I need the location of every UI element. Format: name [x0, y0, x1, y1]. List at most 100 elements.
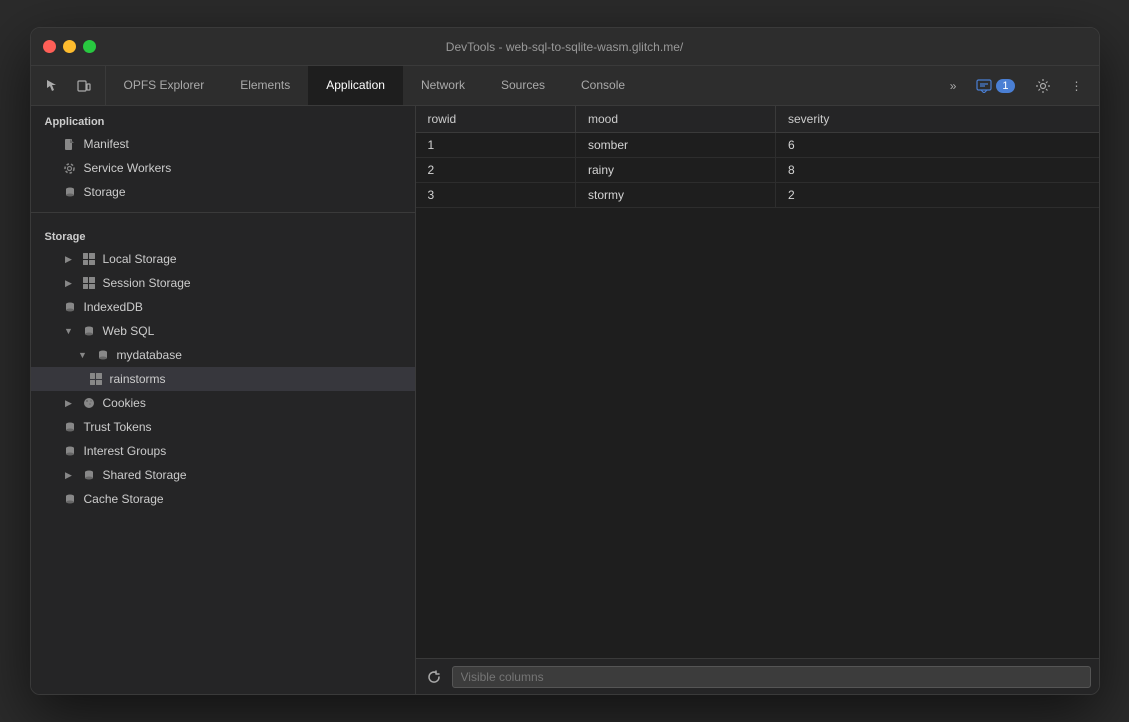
content-area: rowid mood severity 1somber62rainy83stor… — [416, 106, 1099, 694]
web-sql-label: Web SQL — [103, 324, 155, 338]
main-content: Application Manifest — [31, 106, 1099, 694]
maximize-button[interactable] — [83, 40, 96, 53]
sidebar-item-interest-groups[interactable]: Interest Groups — [31, 439, 415, 463]
cell-rowid: 2 — [416, 158, 576, 183]
sidebar-item-storage-app[interactable]: Storage — [31, 180, 415, 204]
sidebar-item-manifest[interactable]: Manifest — [31, 132, 415, 156]
session-storage-label: Session Storage — [103, 276, 191, 290]
grid-icon — [82, 276, 96, 290]
sidebar-item-cache-storage[interactable]: Cache Storage — [31, 487, 415, 511]
sidebar-item-mydatabase[interactable]: ▼ mydatabase — [31, 343, 415, 367]
cylinder-icon — [63, 492, 77, 506]
sidebar-item-cookies[interactable]: ▶ Cookies — [31, 391, 415, 415]
storage-app-label: Storage — [84, 185, 126, 199]
doc-icon — [63, 137, 77, 151]
cell-severity: 6 — [776, 133, 1099, 158]
cylinder-icon — [63, 420, 77, 434]
shared-storage-label: Shared Storage — [103, 468, 187, 482]
refresh-button[interactable] — [424, 667, 444, 687]
local-storage-label: Local Storage — [103, 252, 177, 266]
sidebar-item-session-storage[interactable]: ▶ Session Storage — [31, 271, 415, 295]
sidebar-item-service-workers[interactable]: Service Workers — [31, 156, 415, 180]
col-header-severity[interactable]: severity — [776, 106, 1099, 133]
devtools-window: DevTools - web-sql-to-sqlite-wasm.glitch… — [30, 27, 1100, 695]
cylinder-icon — [96, 348, 110, 362]
cell-mood: somber — [576, 133, 776, 158]
col-header-rowid[interactable]: rowid — [416, 106, 576, 133]
cylinder-icon — [82, 468, 96, 482]
service-workers-label: Service Workers — [84, 161, 172, 175]
toolbar: OPFS Explorer Elements Application Netwo… — [31, 66, 1099, 106]
chevron-right-icon: ▶ — [63, 469, 75, 481]
grid-icon — [82, 252, 96, 266]
table-grid-icon — [89, 372, 103, 386]
tab-console[interactable]: Console — [563, 66, 643, 105]
indexeddb-label: IndexedDB — [84, 300, 143, 314]
window-title: DevTools - web-sql-to-sqlite-wasm.glitch… — [446, 40, 683, 54]
chevron-down-icon: ▼ — [63, 325, 75, 337]
chevron-right-icon: ▶ — [63, 397, 75, 409]
trust-tokens-label: Trust Tokens — [84, 420, 152, 434]
data-table: rowid mood severity 1somber62rainy83stor… — [416, 106, 1099, 208]
table-row[interactable]: 1somber6 — [416, 133, 1099, 158]
cell-mood: stormy — [576, 183, 776, 208]
cell-rowid: 1 — [416, 133, 576, 158]
settings-button[interactable] — [1027, 75, 1059, 97]
cookie-icon — [82, 396, 96, 410]
cell-severity: 8 — [776, 158, 1099, 183]
minimize-button[interactable] — [63, 40, 76, 53]
cylinder-icon — [63, 444, 77, 458]
chevron-right-icon: ▶ — [63, 277, 75, 289]
sidebar-item-local-storage[interactable]: ▶ Local Storage — [31, 247, 415, 271]
inspect-icon[interactable] — [39, 73, 65, 99]
sidebar-divider-1 — [31, 212, 415, 213]
table-container[interactable]: rowid mood severity 1somber62rainy83stor… — [416, 106, 1099, 658]
table-row[interactable]: 3stormy2 — [416, 183, 1099, 208]
sidebar-item-indexeddb[interactable]: IndexedDB — [31, 295, 415, 319]
sidebar-item-web-sql[interactable]: ▼ Web SQL — [31, 319, 415, 343]
col-header-mood[interactable]: mood — [576, 106, 776, 133]
chevron-right-icon: ▶ — [63, 253, 75, 265]
sidebar-item-rainstorms[interactable]: rainstorms — [31, 367, 415, 391]
toolbar-tabs: OPFS Explorer Elements Application Netwo… — [106, 66, 644, 105]
close-button[interactable] — [43, 40, 56, 53]
cylinder-icon — [82, 324, 96, 338]
tab-network[interactable]: Network — [403, 66, 483, 105]
bottom-bar — [416, 658, 1099, 694]
visible-columns-input[interactable] — [452, 666, 1091, 688]
notifications-button[interactable]: 1 — [968, 76, 1022, 96]
cell-mood: rainy — [576, 158, 776, 183]
table-body: 1somber62rainy83stormy2 — [416, 133, 1099, 208]
interest-groups-label: Interest Groups — [84, 444, 167, 458]
tab-elements[interactable]: Elements — [222, 66, 308, 105]
cylinder-icon — [63, 185, 77, 199]
device-toolbar-icon[interactable] — [71, 73, 97, 99]
sidebar-item-trust-tokens[interactable]: Trust Tokens — [31, 415, 415, 439]
toolbar-right: » 1 ⋮ — [934, 66, 1099, 105]
tab-sources[interactable]: Sources — [483, 66, 563, 105]
titlebar: DevTools - web-sql-to-sqlite-wasm.glitch… — [31, 28, 1099, 66]
table-row[interactable]: 2rainy8 — [416, 158, 1099, 183]
cookies-label: Cookies — [103, 396, 146, 410]
mydatabase-label: mydatabase — [117, 348, 182, 362]
more-tabs-button[interactable]: » — [942, 76, 965, 96]
gear-icon — [63, 161, 77, 175]
toolbar-icon-group — [31, 66, 106, 105]
sidebar: Application Manifest — [31, 106, 416, 694]
app-section-header: Application — [31, 106, 415, 132]
cylinder-icon — [63, 300, 77, 314]
storage-section-header: Storage — [31, 221, 415, 247]
sidebar-item-shared-storage[interactable]: ▶ Shared Storage — [31, 463, 415, 487]
menu-button[interactable]: ⋮ — [1063, 76, 1091, 96]
cell-severity: 2 — [776, 183, 1099, 208]
rainstorms-label: rainstorms — [110, 372, 166, 386]
tab-opfs[interactable]: OPFS Explorer — [106, 66, 223, 105]
notification-badge: 1 — [996, 79, 1014, 93]
cache-storage-label: Cache Storage — [84, 492, 164, 506]
manifest-label: Manifest — [84, 137, 129, 151]
tab-application[interactable]: Application — [308, 66, 403, 105]
chevron-down-icon: ▼ — [77, 349, 89, 361]
traffic-lights — [43, 40, 96, 53]
cell-rowid: 3 — [416, 183, 576, 208]
table-header-row: rowid mood severity — [416, 106, 1099, 133]
